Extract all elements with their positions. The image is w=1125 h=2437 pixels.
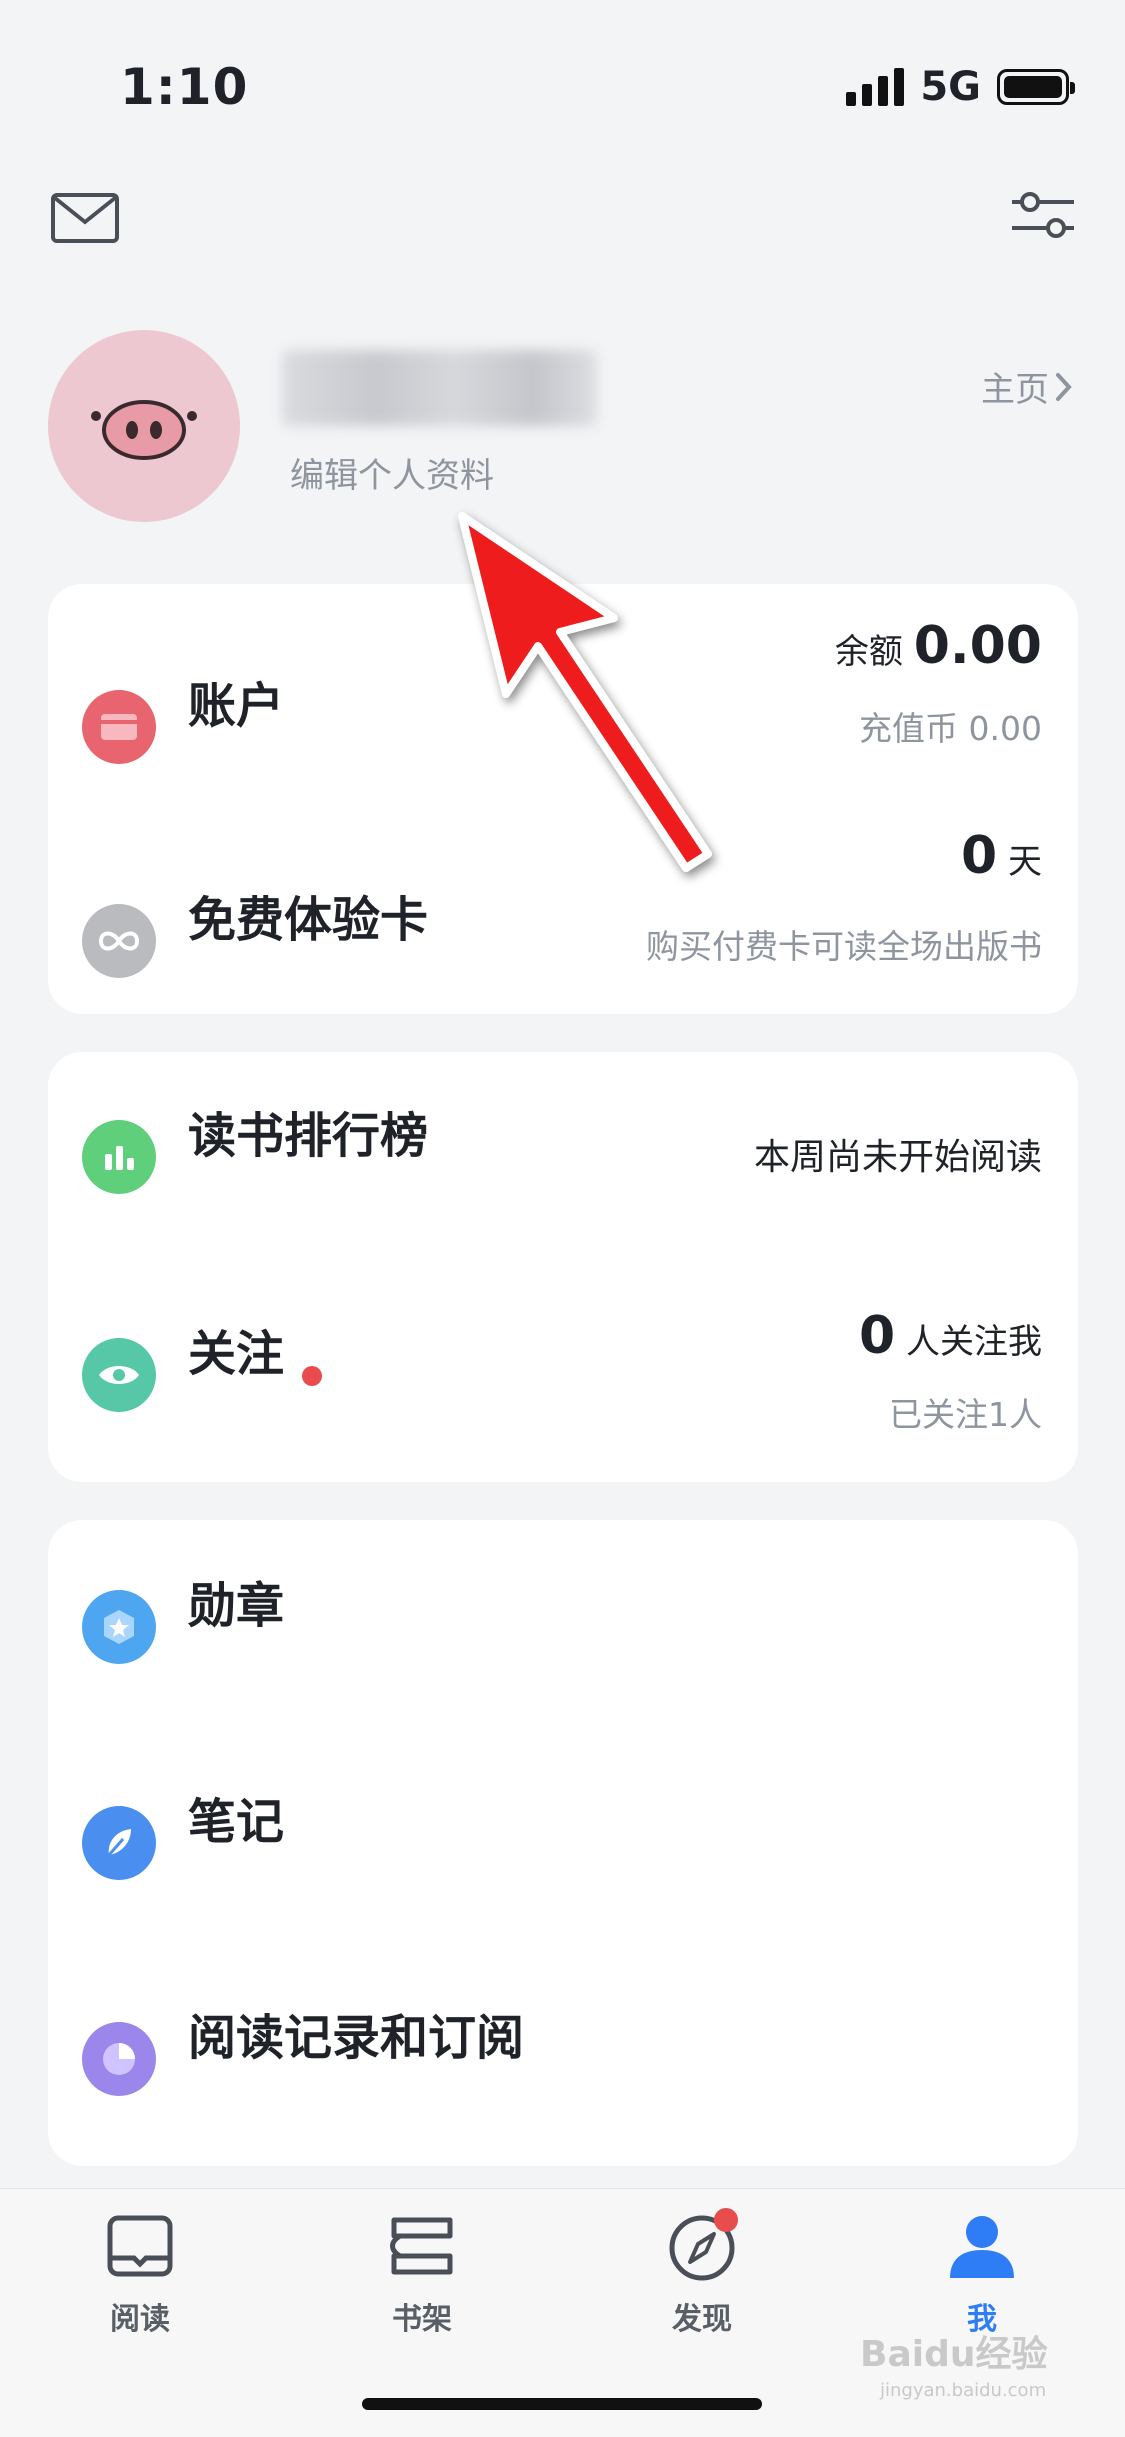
infinity-icon [82, 904, 156, 978]
ranking-status: 本周尚未开始阅读 [753, 1137, 1042, 1178]
watermark: Baidu经验 [860, 2334, 1048, 2375]
balance[interactable]: 余额 0.00 [835, 616, 1042, 676]
followers-value: 0 [859, 1306, 896, 1366]
social-card: 读书排行榜 本周尚未开始阅读 关注 0 人关注我 已关注1人 [48, 1052, 1078, 1482]
person-icon [950, 2216, 1014, 2278]
homepage-link[interactable]: 主页 [981, 362, 1073, 411]
misc-card: 勋章 笔记 阅读记录和订阅 [48, 1520, 1078, 2166]
eye-icon [82, 1338, 156, 1412]
medal-icon [82, 1590, 156, 1664]
trial-hint: 购买付费卡可读全场出版书 [646, 927, 1042, 966]
followers-label: 人关注我 [906, 1322, 1042, 1362]
account-row-title[interactable]: 账户 [188, 666, 284, 736]
watermark-sub: jingyan.baidu.com [880, 2380, 1047, 2401]
ranking-row-title[interactable]: 读书排行榜 [188, 1096, 428, 1166]
nav-label-read: 阅读 [110, 2302, 170, 2337]
home-indicator[interactable] [362, 2398, 762, 2410]
nav-tab-bookshelf[interactable]: 书架 [342, 2206, 502, 2338]
trial-days-unit: 天 [1008, 842, 1042, 882]
red-arrow-annotation [458, 512, 712, 872]
reading-history-row-title[interactable]: 阅读记录和订阅 [188, 1998, 524, 2068]
settings-sliders-icon[interactable] [1008, 188, 1078, 248]
chevron-right-icon [1056, 372, 1072, 401]
nav-label-bookshelf: 书架 [392, 2302, 452, 2337]
status-time: 1:10 [120, 58, 249, 116]
trial-days-value: 0 [961, 826, 998, 886]
nav-tab-me[interactable]: 我 [902, 2206, 1062, 2338]
mail-icon[interactable] [50, 190, 120, 250]
profile-name-blurred [282, 350, 597, 426]
recharge-coins: 充值币 0.00 [859, 709, 1042, 748]
feather-icon [82, 1806, 156, 1880]
follow-badge-dot [302, 1366, 322, 1386]
book-icon [107, 2215, 173, 2277]
edit-profile-link[interactable]: 编辑个人资料 [290, 448, 494, 497]
trial-card-row-title[interactable]: 免费体验卡 [188, 880, 428, 950]
nav-tab-read[interactable]: 阅读 [60, 2206, 220, 2338]
medal-row-title[interactable]: 勋章 [188, 1566, 284, 1636]
compass-icon [669, 2208, 738, 2281]
clock-pie-icon [82, 2022, 156, 2096]
bar-chart-icon [82, 1120, 156, 1194]
battery-icon [997, 69, 1075, 105]
balance-label: 余额 [834, 632, 903, 672]
status-indicators: 5G [846, 64, 1075, 110]
nav-label-discover: 发现 [672, 2302, 732, 2337]
nav-tab-discover[interactable]: 发现 [622, 2206, 782, 2338]
signal-icon [846, 68, 905, 106]
wallet-icon [82, 690, 156, 764]
balance-value: 0.00 [913, 616, 1042, 676]
homepage-label: 主页 [981, 370, 1049, 410]
follow-row-title[interactable]: 关注 [188, 1314, 284, 1384]
network-label: 5G [920, 64, 981, 110]
followers-count: 0 人关注我 [859, 1306, 1042, 1366]
trial-days: 0 天 [961, 826, 1042, 886]
bookshelf-icon [390, 2217, 453, 2275]
avatar[interactable] [48, 330, 240, 522]
following-count: 已关注1人 [889, 1395, 1042, 1434]
notes-row-title[interactable]: 笔记 [188, 1782, 284, 1852]
